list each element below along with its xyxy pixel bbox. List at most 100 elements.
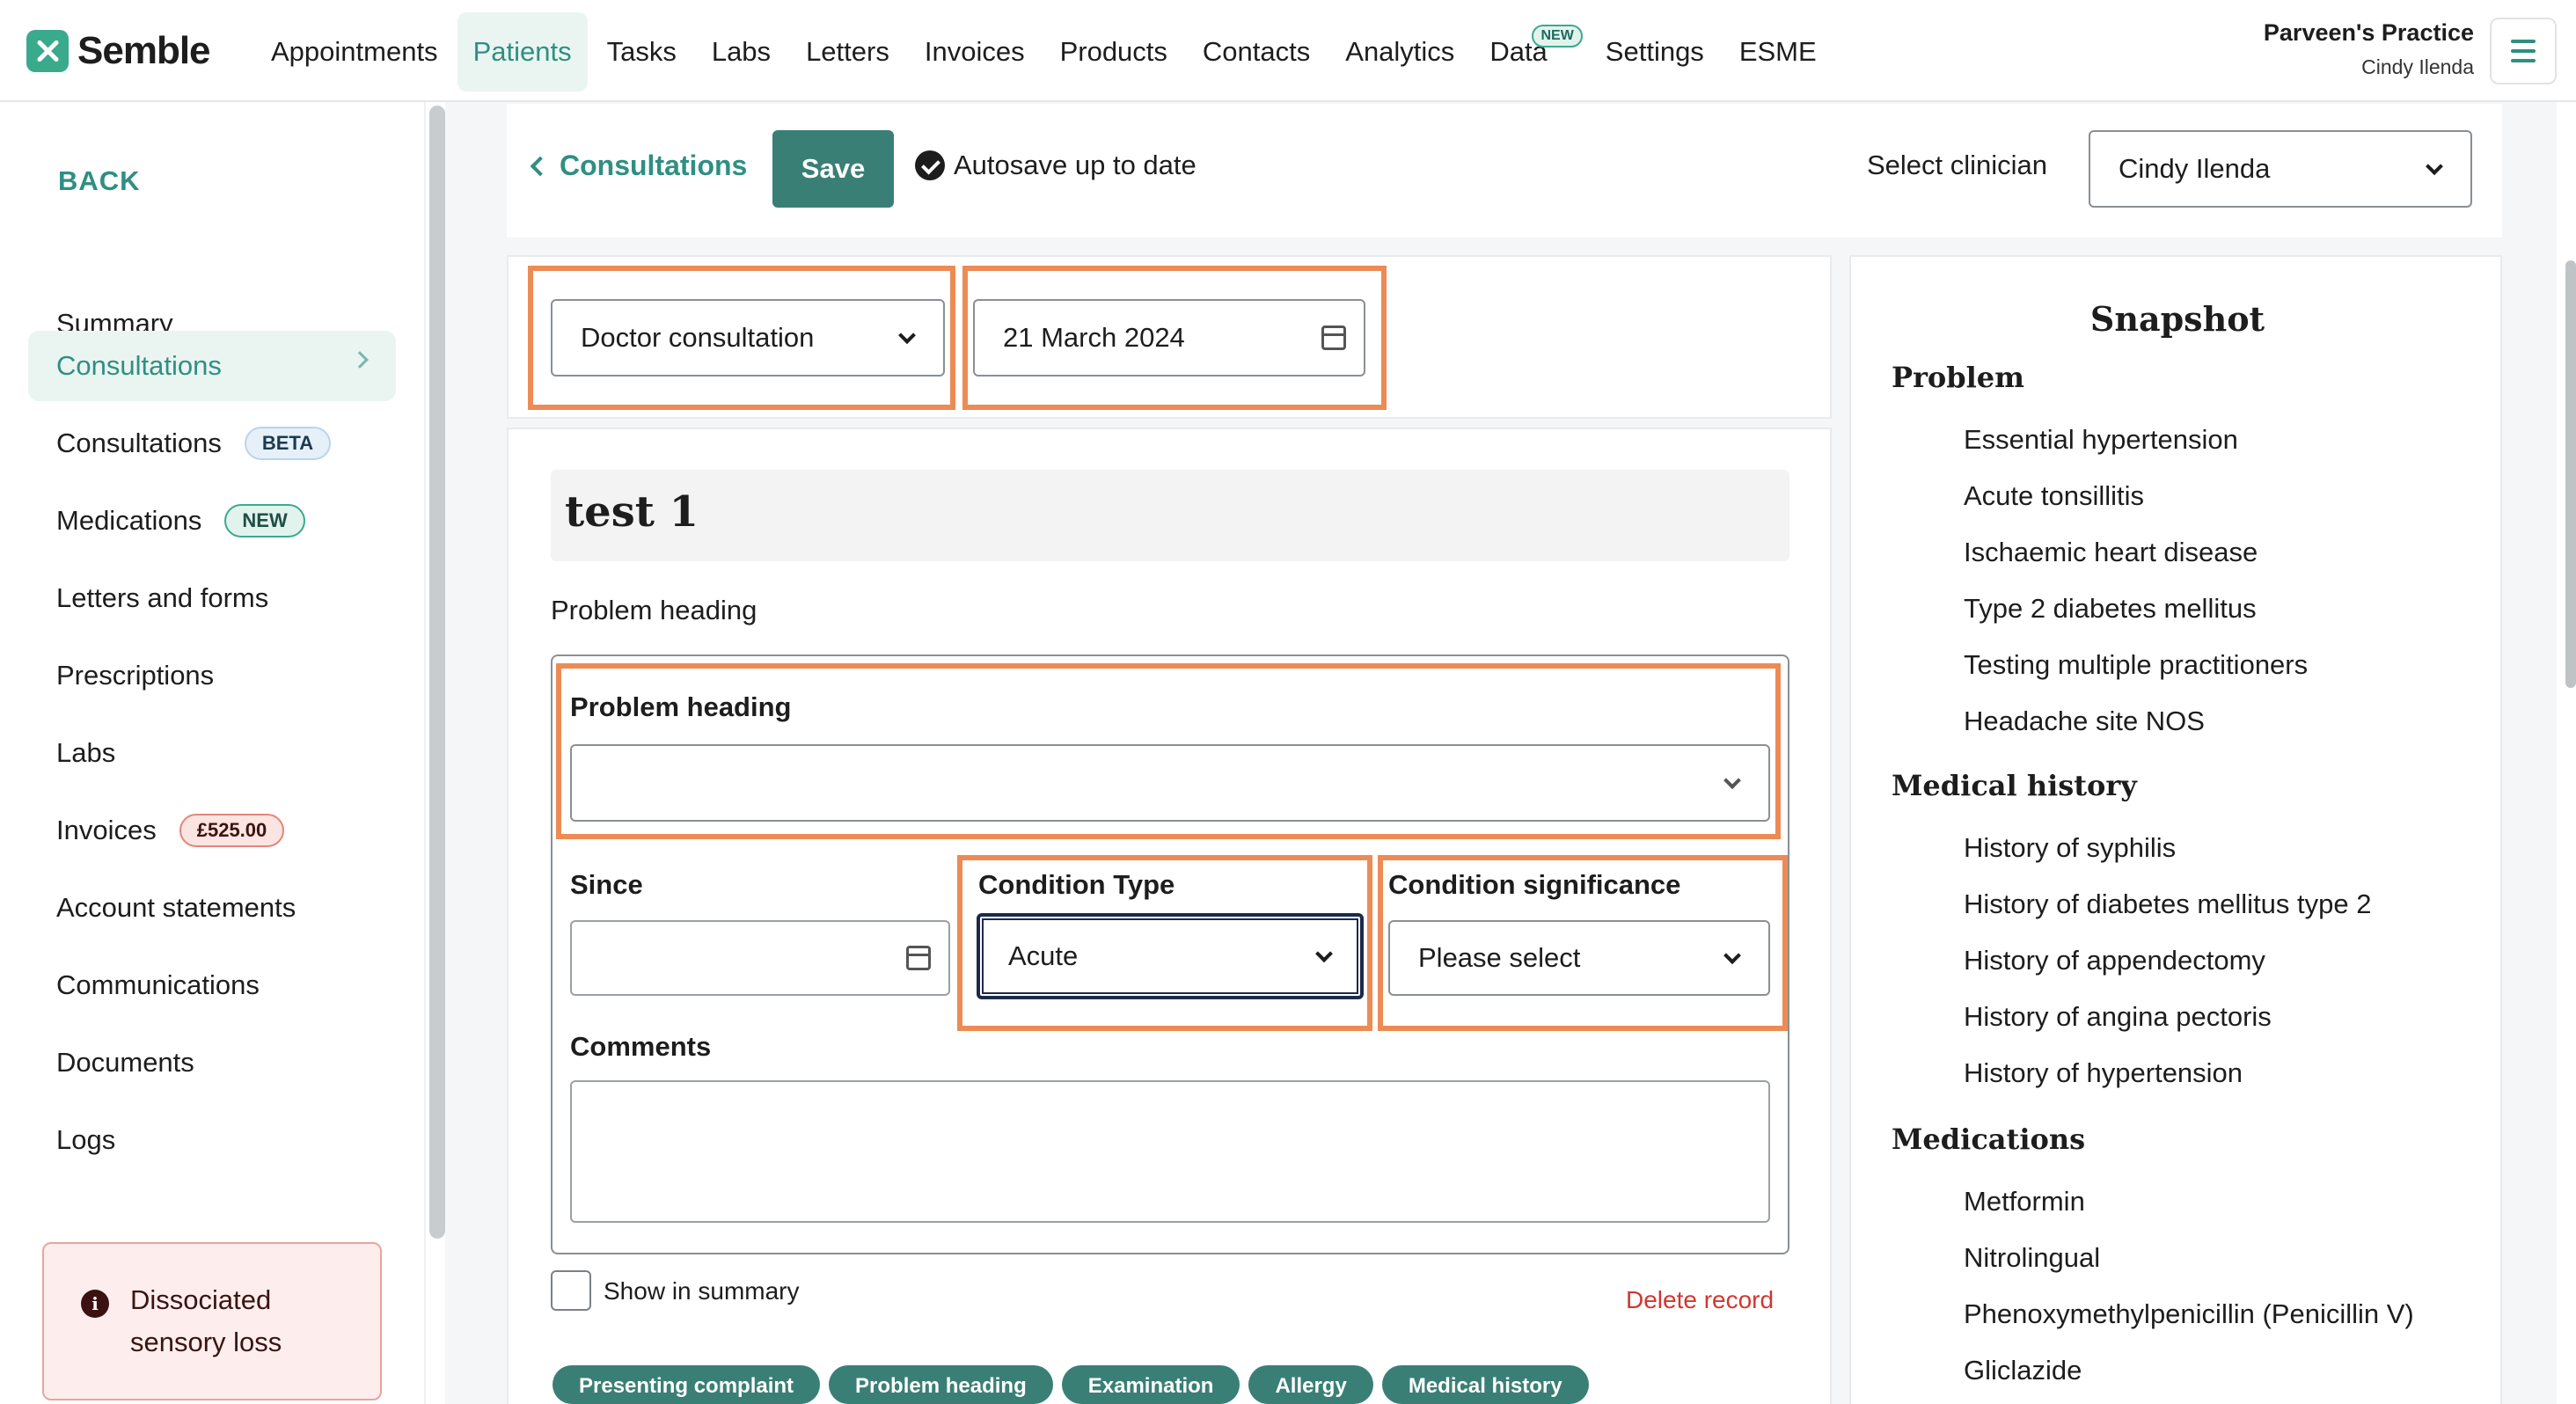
hamburger-menu-button[interactable] bbox=[2490, 18, 2557, 84]
nav-letters[interactable]: Letters bbox=[790, 12, 905, 91]
menu-icon-bar bbox=[2511, 49, 2536, 53]
nav-data-new-badge: NEW bbox=[1532, 25, 1583, 48]
sidebar-item-label: Medications bbox=[56, 505, 202, 536]
nav-settings[interactable]: Settings bbox=[1590, 12, 1720, 91]
sidebar-item-label: Documents bbox=[56, 1047, 194, 1078]
nav-patients[interactable]: Patients bbox=[457, 12, 588, 91]
condition-type-select[interactable]: Acute bbox=[977, 913, 1364, 999]
snapshot-medication-item: Metformin bbox=[1964, 1186, 2085, 1217]
clinician-select[interactable]: Cindy Ilenda bbox=[2089, 130, 2472, 208]
practice-switcher[interactable]: Parveen's Practice Cindy Ilenda bbox=[2264, 19, 2474, 79]
delete-record-link[interactable]: Delete record bbox=[1626, 1286, 1774, 1314]
sidebar-item-communications[interactable]: Communications bbox=[28, 950, 396, 1020]
consultation-type-select[interactable]: Doctor consultation bbox=[551, 299, 945, 377]
calendar-icon[interactable] bbox=[906, 946, 931, 970]
semble-logo-icon bbox=[26, 30, 69, 72]
calendar-icon[interactable] bbox=[1321, 325, 1346, 350]
snapshot-history-item: History of appendectomy bbox=[1964, 945, 2265, 976]
main-scrollbar[interactable] bbox=[2565, 260, 2576, 688]
tag-problem-heading[interactable]: Problem heading bbox=[829, 1365, 1053, 1404]
snapshot-problem-item: Essential hypertension bbox=[1964, 424, 2238, 455]
sidebar-item-invoices[interactable]: Invoices £525.00 bbox=[28, 795, 396, 866]
since-date-input[interactable] bbox=[570, 920, 950, 996]
sidebar-divider bbox=[424, 102, 426, 1404]
nav-analytics[interactable]: Analytics bbox=[1329, 12, 1470, 91]
show-in-summary-checkbox[interactable] bbox=[551, 1270, 591, 1311]
snapshot-history-item: History of diabetes mellitus type 2 bbox=[1964, 888, 2372, 919]
nav-appointments[interactable]: Appointments bbox=[255, 12, 454, 91]
condition-significance-select[interactable]: Please select bbox=[1388, 920, 1770, 996]
semble-logo[interactable]: Semble bbox=[26, 28, 211, 74]
snapshot-history-item: History of syphilis bbox=[1964, 832, 2177, 863]
sidebar-item-labs[interactable]: Labs bbox=[28, 718, 396, 788]
autosave-status: Autosave up to date bbox=[915, 150, 1197, 181]
info-icon: i bbox=[81, 1290, 109, 1318]
consultation-date-input[interactable]: 21 March 2024 bbox=[973, 299, 1365, 377]
since-label: Since bbox=[570, 869, 643, 900]
tag-presenting-complaint[interactable]: Presenting complaint bbox=[553, 1365, 821, 1404]
snapshot-problem-item: Ischaemic heart disease bbox=[1964, 537, 2258, 567]
consultation-title: test 1 bbox=[565, 487, 699, 537]
sidebar-scrollbar[interactable] bbox=[429, 106, 445, 1239]
snapshot-problem-item: Acute tonsillitis bbox=[1964, 480, 2145, 511]
snapshot-problem-item: Type 2 diabetes mellitus bbox=[1964, 593, 2257, 624]
snapshot-history-item: History of angina pectoris bbox=[1964, 1001, 2272, 1032]
snapshot-history-item: History of hypertension bbox=[1964, 1057, 2243, 1088]
save-button[interactable]: Save bbox=[772, 130, 894, 208]
chevron-down-icon bbox=[2426, 157, 2443, 176]
snapshot-medications-heading: Medications bbox=[1892, 1122, 2086, 1156]
sidebar-item-label: Logs bbox=[56, 1124, 116, 1155]
nav-contacts[interactable]: Contacts bbox=[1187, 12, 1326, 91]
new-badge: NEW bbox=[224, 504, 305, 537]
comments-textarea[interactable] bbox=[570, 1080, 1770, 1223]
top-navigation: Semble Appointments Patients Tasks Labs … bbox=[0, 0, 2576, 102]
sidebar-item-account-statements[interactable]: Account statements bbox=[28, 873, 396, 943]
sidebar-item-label: Communications bbox=[56, 969, 260, 1000]
sidebar-item-prescriptions[interactable]: Prescriptions bbox=[28, 640, 396, 711]
tag-allergy[interactable]: Allergy bbox=[1248, 1365, 1373, 1404]
snapshot-title: Snapshot bbox=[2089, 299, 2265, 339]
nav-esme[interactable]: ESME bbox=[1723, 12, 1833, 91]
sidebar-item-consultations[interactable]: Consultations bbox=[28, 331, 396, 401]
sidebar-item-letters-and-forms[interactable]: Letters and forms bbox=[28, 563, 396, 633]
sidebar-item-label: Account statements bbox=[56, 892, 296, 923]
snapshot-medication-item: Phenoxymethylpenicillin (Penicillin V) bbox=[1964, 1298, 2414, 1329]
check-circle-icon bbox=[915, 150, 945, 180]
show-in-summary-label[interactable]: Show in summary bbox=[604, 1277, 800, 1305]
sidebar-item-label: Consultations bbox=[56, 350, 222, 381]
tag-examination[interactable]: Examination bbox=[1061, 1365, 1240, 1404]
nav-tasks[interactable]: Tasks bbox=[591, 12, 692, 91]
condition-type-label: Condition Type bbox=[978, 869, 1175, 900]
snapshot-medication-item: Gliclazide bbox=[1964, 1355, 2082, 1386]
section-label: Problem heading bbox=[551, 595, 757, 625]
nav-data[interactable]: Data NEW bbox=[1474, 12, 1583, 91]
main-nav: Appointments Patients Tasks Labs Letters… bbox=[255, 12, 1836, 91]
nav-labs[interactable]: Labs bbox=[696, 12, 787, 91]
sidebar-item-label: Consultations bbox=[56, 428, 222, 458]
snapshot-problem-item: Testing multiple practitioners bbox=[1964, 649, 2309, 680]
consultation-title-field[interactable]: test 1 bbox=[551, 470, 1789, 561]
sidebar-item-label: Invoices bbox=[56, 815, 157, 845]
nav-products[interactable]: Products bbox=[1044, 12, 1183, 91]
snapshot-history-heading: Medical history bbox=[1892, 769, 2137, 802]
sidebar-item-label: Prescriptions bbox=[56, 660, 215, 691]
practice-user: Cindy Ilenda bbox=[2361, 55, 2474, 78]
sidebar-item-logs[interactable]: Logs bbox=[28, 1105, 396, 1175]
chevron-left-icon bbox=[530, 156, 551, 176]
invoice-balance-badge: £525.00 bbox=[179, 814, 285, 847]
back-link[interactable]: BACK bbox=[58, 165, 141, 197]
nav-invoices[interactable]: Invoices bbox=[909, 12, 1041, 91]
logo-text: Semble bbox=[77, 29, 211, 72]
consultation-toolbar: Consultations Save Autosave up to date S… bbox=[507, 104, 2502, 238]
problem-heading-label: Problem heading bbox=[570, 691, 792, 722]
sidebar-item-consultations-beta[interactable]: Consultations BETA bbox=[28, 408, 396, 479]
breadcrumb-consultations[interactable]: Consultations bbox=[530, 150, 747, 182]
problem-heading-select[interactable] bbox=[570, 744, 1770, 822]
sidebar-item-medications[interactable]: Medications NEW bbox=[28, 486, 396, 556]
comments-label: Comments bbox=[570, 1031, 712, 1062]
patient-alert[interactable]: i Dissociated sensory loss bbox=[42, 1242, 382, 1400]
patient-sidebar: BACK Summary Consultations Consultations… bbox=[0, 102, 422, 1404]
sidebar-item-documents[interactable]: Documents bbox=[28, 1027, 396, 1098]
tag-medical-history[interactable]: Medical history bbox=[1381, 1365, 1589, 1404]
chevron-right-icon bbox=[351, 351, 369, 369]
